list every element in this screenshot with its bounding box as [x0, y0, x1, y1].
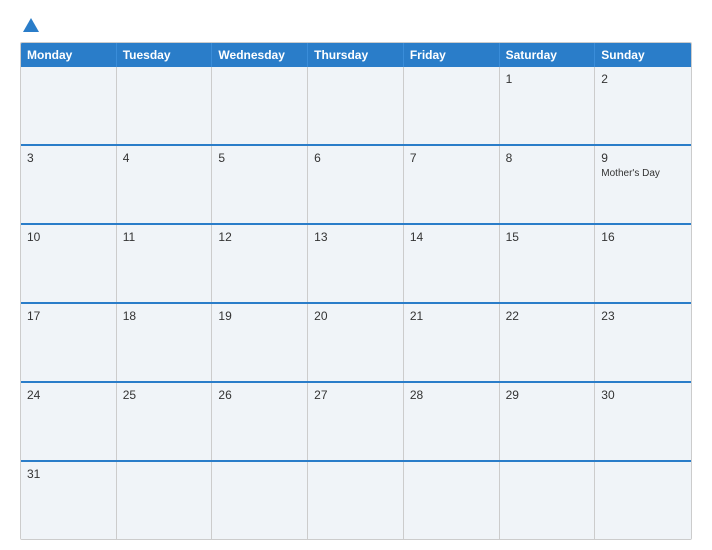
day-number: 11 [123, 230, 206, 244]
day-number: 28 [410, 388, 493, 402]
day-cell: 3 [21, 146, 117, 223]
day-cell [308, 462, 404, 539]
week-row-4: 24 25 26 27 28 29 30 [21, 381, 691, 460]
day-number: 18 [123, 309, 206, 323]
day-number: 5 [218, 151, 301, 165]
day-cell: 11 [117, 225, 213, 302]
week-row-0: 12 [21, 67, 691, 144]
day-header-sunday: Sunday [595, 43, 691, 67]
day-number: 1 [506, 72, 589, 86]
day-number: 29 [506, 388, 589, 402]
day-number: 31 [27, 467, 110, 481]
week-row-3: 17 18 19 20 21 22 23 [21, 302, 691, 381]
day-cell: 17 [21, 304, 117, 381]
day-cell: 9 Mother's Day [595, 146, 691, 223]
day-cell: 28 [404, 383, 500, 460]
week-row-2: 10 11 12 13 14 15 16 [21, 223, 691, 302]
day-number: 12 [218, 230, 301, 244]
logo [20, 18, 39, 32]
day-cell: 1 [500, 67, 596, 144]
day-cell [212, 462, 308, 539]
day-cell [117, 67, 213, 144]
day-number: 24 [27, 388, 110, 402]
day-cell: 21 [404, 304, 500, 381]
day-cell [21, 67, 117, 144]
day-cell: 12 [212, 225, 308, 302]
day-cell: 24 [21, 383, 117, 460]
day-number: 27 [314, 388, 397, 402]
day-header-saturday: Saturday [500, 43, 596, 67]
day-cell: 15 [500, 225, 596, 302]
day-cell: 13 [308, 225, 404, 302]
day-header-thursday: Thursday [308, 43, 404, 67]
day-cell [308, 67, 404, 144]
day-cell: 22 [500, 304, 596, 381]
day-cell: 2 [595, 67, 691, 144]
day-header-wednesday: Wednesday [212, 43, 308, 67]
day-cell: 18 [117, 304, 213, 381]
day-cell: 29 [500, 383, 596, 460]
day-number: 25 [123, 388, 206, 402]
day-number: 21 [410, 309, 493, 323]
day-cell: 19 [212, 304, 308, 381]
day-cell: 27 [308, 383, 404, 460]
day-number: 9 [601, 151, 685, 165]
logo-triangle-icon [23, 18, 39, 32]
day-number: 14 [410, 230, 493, 244]
day-number: 22 [506, 309, 589, 323]
day-cell: 4 [117, 146, 213, 223]
day-number: 13 [314, 230, 397, 244]
day-cell: 14 [404, 225, 500, 302]
day-cell: 8 [500, 146, 596, 223]
day-header-tuesday: Tuesday [117, 43, 213, 67]
day-cell: 6 [308, 146, 404, 223]
day-cell: 30 [595, 383, 691, 460]
day-number: 8 [506, 151, 589, 165]
day-cell [404, 462, 500, 539]
day-cell: 26 [212, 383, 308, 460]
day-cell [117, 462, 213, 539]
event-label: Mother's Day [601, 167, 685, 180]
day-number: 20 [314, 309, 397, 323]
weeks-container: 123456789Mother's Day1011121314151617181… [21, 67, 691, 539]
day-cell [500, 462, 596, 539]
day-cell: 23 [595, 304, 691, 381]
day-number: 10 [27, 230, 110, 244]
day-headers-row: MondayTuesdayWednesdayThursdayFridaySatu… [21, 43, 691, 67]
day-cell [404, 67, 500, 144]
day-cell: 5 [212, 146, 308, 223]
day-number: 16 [601, 230, 685, 244]
day-cell: 7 [404, 146, 500, 223]
day-cell: 16 [595, 225, 691, 302]
day-header-monday: Monday [21, 43, 117, 67]
week-row-5: 31 [21, 460, 691, 539]
day-number: 17 [27, 309, 110, 323]
day-cell [212, 67, 308, 144]
page: MondayTuesdayWednesdayThursdayFridaySatu… [0, 0, 712, 550]
calendar-grid: MondayTuesdayWednesdayThursdayFridaySatu… [20, 42, 692, 540]
day-number: 15 [506, 230, 589, 244]
day-number: 26 [218, 388, 301, 402]
header [20, 18, 692, 32]
day-cell [595, 462, 691, 539]
week-row-1: 3456789 Mother's Day [21, 144, 691, 223]
day-cell: 10 [21, 225, 117, 302]
day-header-friday: Friday [404, 43, 500, 67]
day-number: 2 [601, 72, 685, 86]
day-number: 4 [123, 151, 206, 165]
day-cell: 25 [117, 383, 213, 460]
day-number: 30 [601, 388, 685, 402]
day-number: 23 [601, 309, 685, 323]
day-number: 6 [314, 151, 397, 165]
day-number: 19 [218, 309, 301, 323]
day-number: 3 [27, 151, 110, 165]
day-number: 7 [410, 151, 493, 165]
day-cell: 20 [308, 304, 404, 381]
day-cell: 31 [21, 462, 117, 539]
